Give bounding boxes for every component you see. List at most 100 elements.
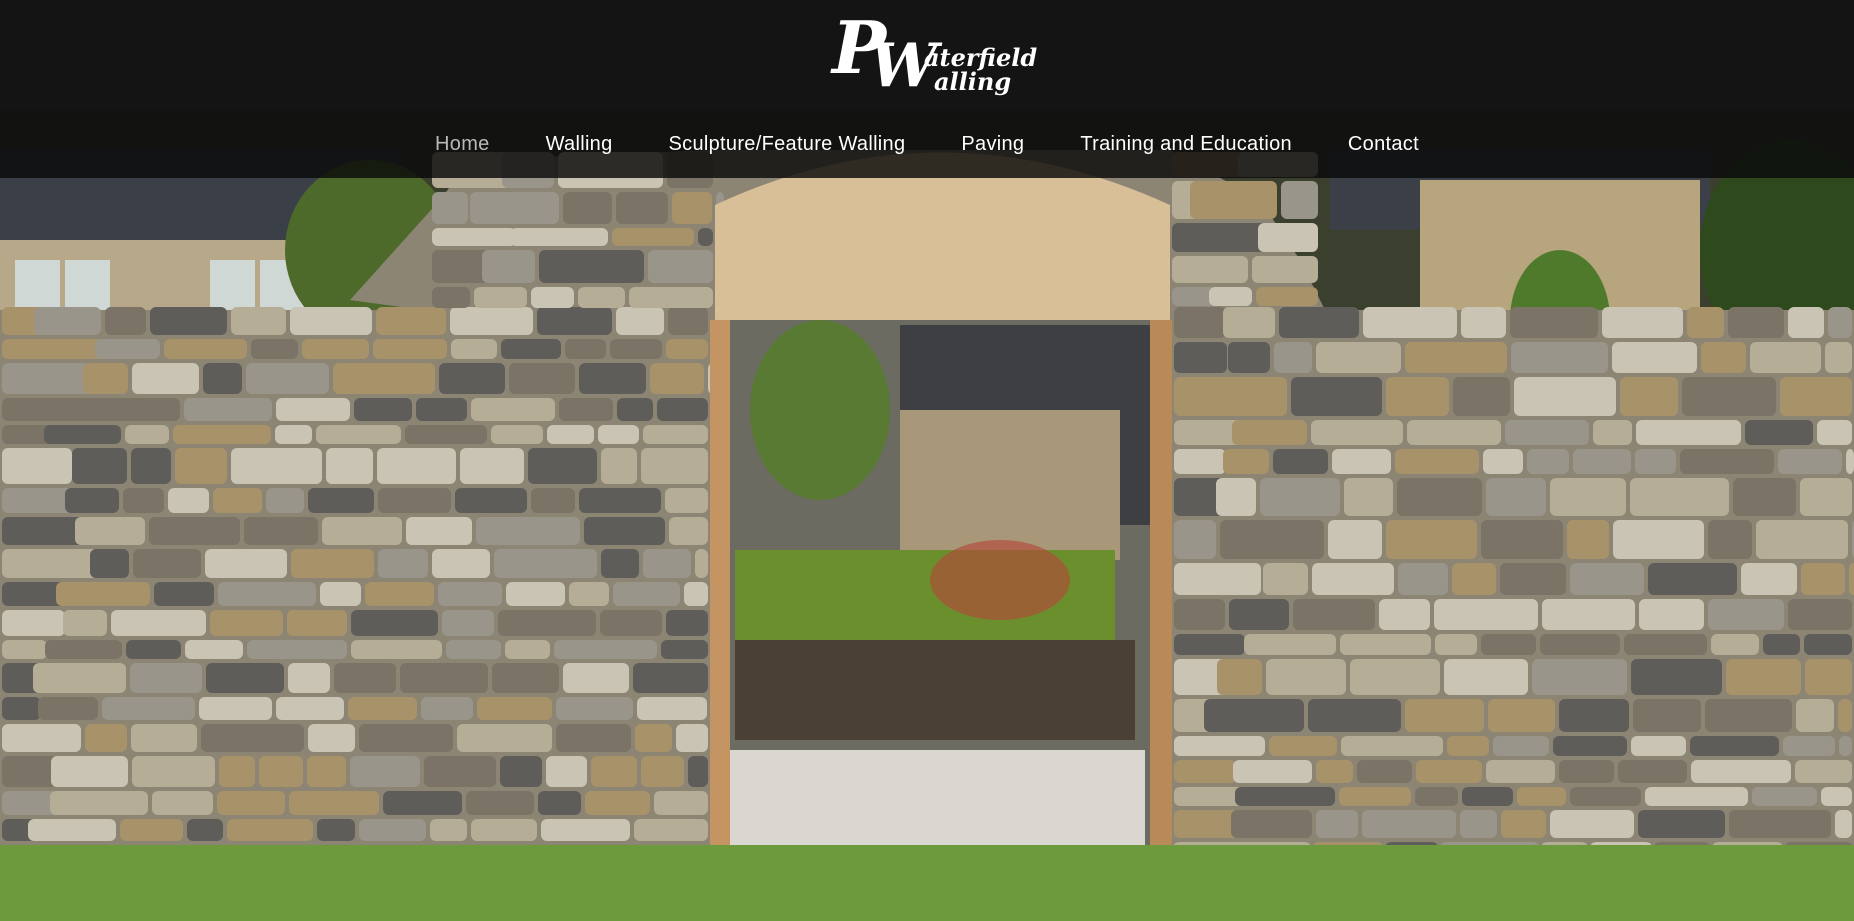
stone (698, 228, 713, 246)
stone (1405, 699, 1484, 732)
stone (1821, 787, 1852, 806)
stone (276, 697, 344, 720)
stone (1527, 449, 1569, 474)
stone (1750, 342, 1821, 373)
stone (123, 488, 164, 513)
stone (1228, 342, 1270, 373)
doorway-tree (750, 320, 890, 500)
stone (1849, 563, 1854, 595)
stone (289, 791, 379, 815)
stone (541, 819, 630, 841)
logo-text-walling: alling (934, 67, 1012, 96)
nav-item-training-and-education[interactable]: Training and Education (1052, 133, 1320, 156)
window (65, 260, 110, 315)
stone (1726, 659, 1801, 695)
stone (1500, 563, 1566, 595)
stone (506, 582, 565, 606)
stone (1631, 736, 1686, 756)
stone (1415, 787, 1458, 806)
stone (150, 307, 227, 335)
nav-item-paving[interactable]: Paving (933, 133, 1052, 156)
stone (1244, 634, 1336, 655)
stone (1613, 520, 1704, 559)
stone (1217, 659, 1262, 695)
stone (65, 488, 119, 513)
stone (1273, 449, 1328, 474)
stone (1733, 478, 1796, 516)
stone (474, 287, 527, 308)
stone (556, 724, 631, 752)
stone (1174, 342, 1227, 373)
stone (476, 517, 580, 545)
stone (28, 819, 116, 841)
stone (432, 228, 516, 246)
stone (406, 517, 472, 545)
stone (1263, 563, 1308, 595)
stone (1312, 563, 1394, 595)
stone (471, 819, 537, 841)
stone (1612, 342, 1697, 373)
stone (1635, 449, 1676, 474)
stone (231, 307, 286, 335)
stone (1174, 449, 1226, 474)
stone (1266, 659, 1346, 695)
stone (455, 488, 527, 513)
stone (1839, 736, 1852, 756)
stone (442, 610, 494, 636)
stone (657, 398, 708, 421)
stone (1602, 307, 1683, 338)
stone (439, 363, 505, 394)
stone (563, 663, 629, 693)
stone (251, 339, 298, 359)
stone (2, 640, 47, 659)
nav-item-walling[interactable]: Walling (518, 133, 641, 156)
stone (1804, 634, 1852, 655)
stone (322, 517, 402, 545)
stone (1172, 223, 1270, 252)
stone (1350, 659, 1440, 695)
stone (1788, 599, 1852, 630)
stone (83, 363, 128, 394)
stone (1701, 342, 1746, 373)
stone (556, 697, 633, 720)
stone (578, 287, 625, 308)
stone (600, 610, 662, 636)
stone (1620, 377, 1678, 416)
stone (2, 363, 91, 394)
stone (131, 448, 171, 484)
stone (276, 398, 350, 421)
stone (498, 610, 596, 636)
stone (616, 307, 664, 335)
stone (482, 250, 535, 283)
stone (1252, 256, 1318, 283)
stone (1729, 810, 1831, 838)
stone (1339, 787, 1411, 806)
stone (1483, 449, 1523, 474)
stone (131, 724, 197, 752)
site-logo[interactable]: P W aterfield alling (830, 12, 1050, 98)
stone (2, 756, 58, 787)
stone (1405, 342, 1507, 373)
stone (2, 610, 65, 636)
stone (1229, 599, 1289, 630)
nav-item-sculpture-feature-walling[interactable]: Sculpture/Feature Walling (641, 133, 934, 156)
stone (1235, 787, 1335, 806)
stone (1493, 736, 1549, 756)
nav-item-contact[interactable]: Contact (1320, 133, 1447, 156)
stone (612, 228, 694, 246)
stone (351, 610, 438, 636)
stone (75, 517, 145, 545)
stone (598, 425, 639, 444)
stone (1174, 563, 1261, 595)
stone (275, 425, 312, 444)
nav-item-home[interactable]: Home (407, 133, 518, 156)
stone (105, 307, 146, 335)
doorway-building (900, 410, 1120, 560)
stone (308, 488, 374, 513)
stone (654, 791, 708, 815)
stone (1279, 307, 1359, 338)
stone (187, 819, 223, 841)
stone (199, 697, 272, 720)
stone (416, 398, 467, 421)
stone (1567, 520, 1609, 559)
